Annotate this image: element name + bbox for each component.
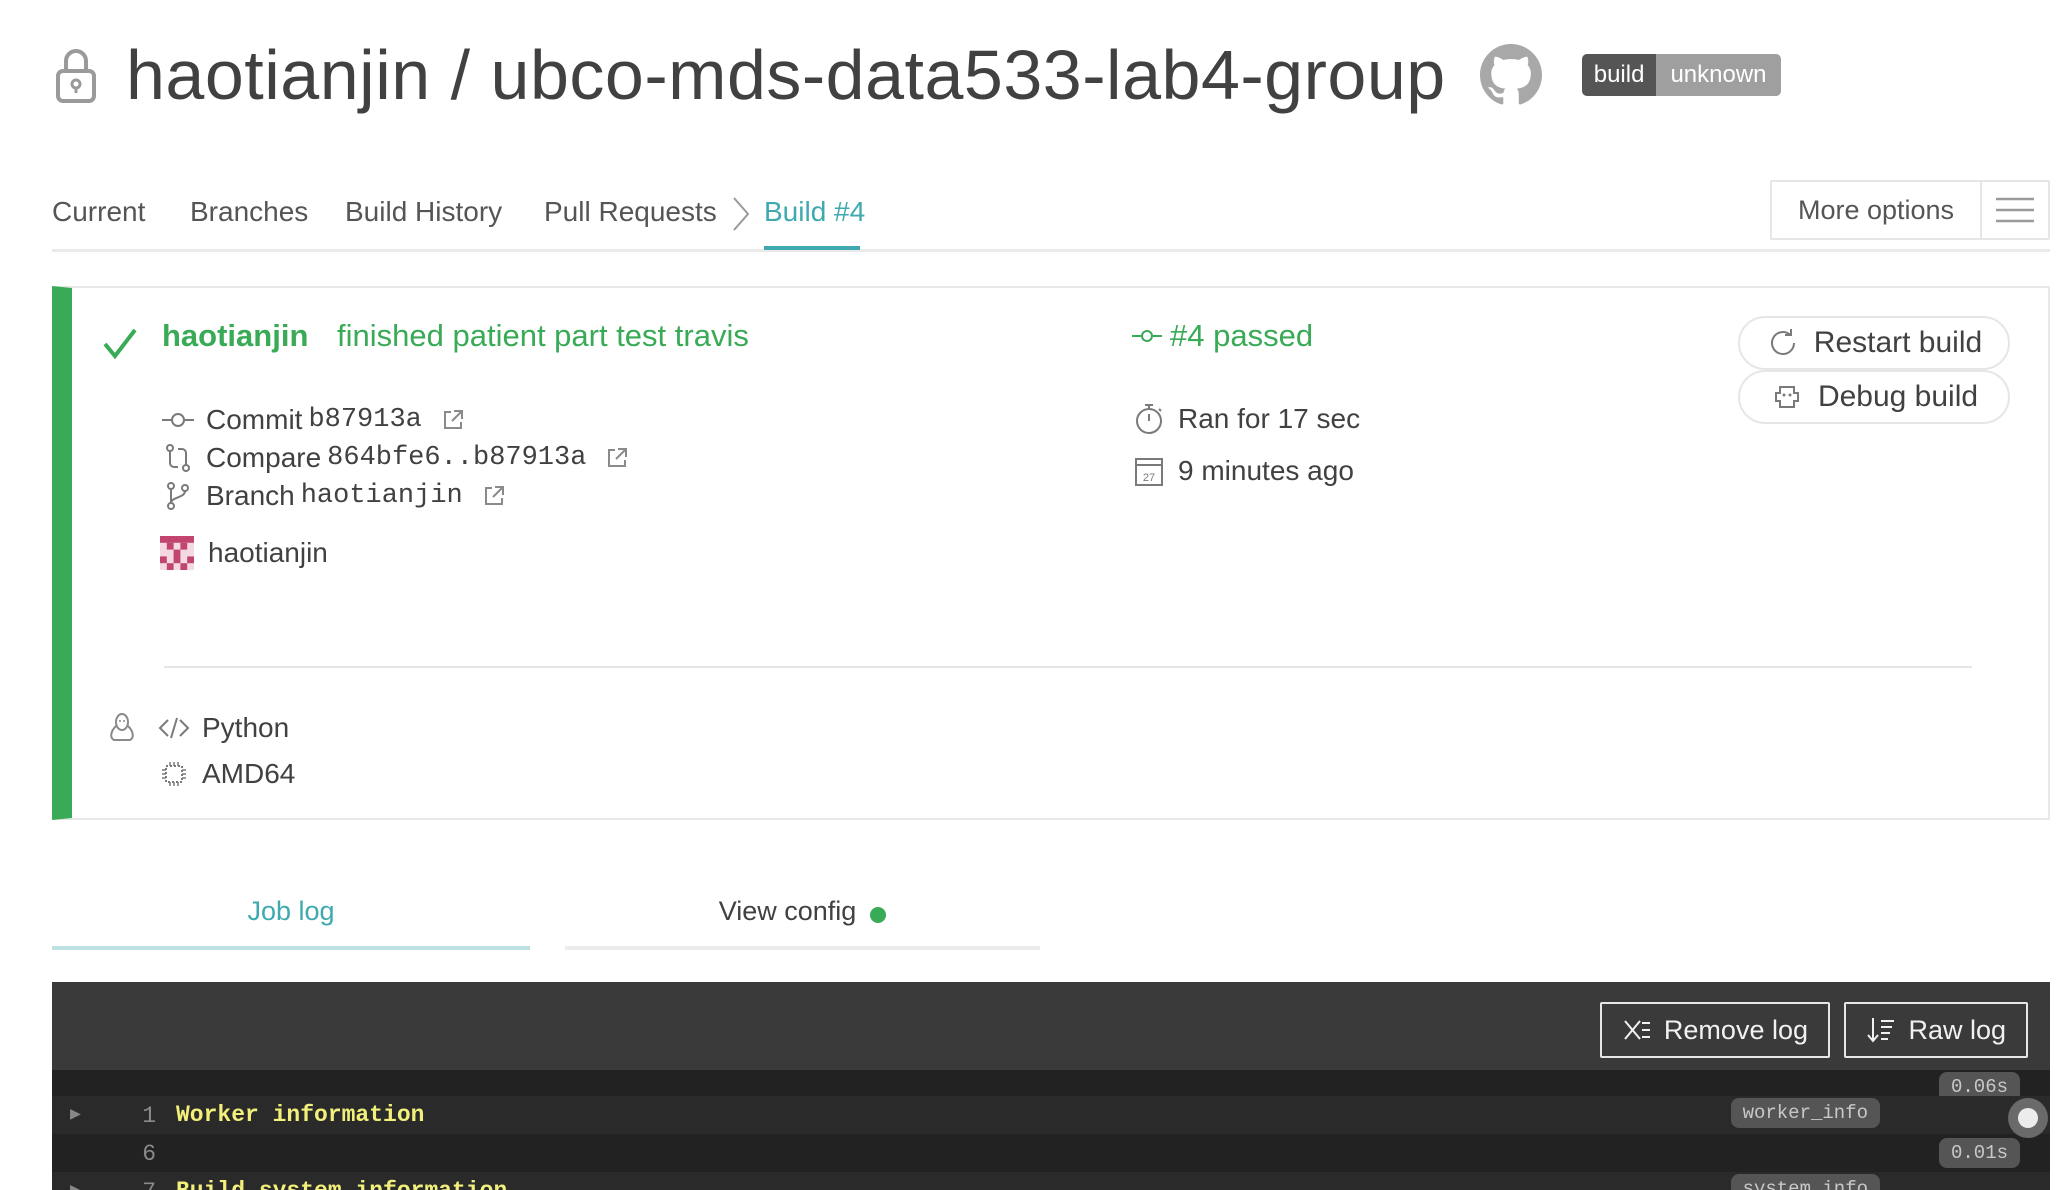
build-status-text: #4 passed — [1170, 318, 1314, 353]
line-number[interactable]: 7 — [122, 1179, 156, 1190]
fold-tag-badge: system_info — [1730, 1174, 1880, 1190]
log-fold-line[interactable]: ▶ 7 Build system information system_info — [52, 1172, 2050, 1190]
raw-log-icon — [1867, 1018, 1895, 1043]
repo-nav: Current Branches Build History Pull Requ… — [52, 180, 2050, 252]
tab-job-log[interactable]: Job log — [52, 882, 530, 950]
tab-current[interactable]: Current — [52, 196, 145, 228]
fold-time-badge: 0.01s — [1938, 1138, 2020, 1168]
log-toolbar: Remove log Raw log — [52, 982, 2050, 1070]
log-line: 6 0.01s — [52, 1134, 2050, 1172]
arch-label: AMD64 — [202, 758, 296, 789]
tab-view-config[interactable]: View config — [565, 882, 1040, 950]
avatar[interactable] — [160, 536, 194, 570]
compare-label: Compare — [206, 442, 322, 473]
hamburger-icon[interactable] — [1982, 182, 2048, 238]
check-icon — [103, 328, 137, 360]
raw-log-label: Raw log — [1908, 1014, 2006, 1045]
log-line-text: Build system information — [176, 1178, 507, 1190]
language-label: Python — [202, 712, 290, 743]
scroll-to-top-button[interactable] — [2008, 1098, 2048, 1138]
commit-sha-link[interactable]: b87913a — [308, 405, 421, 435]
stopwatch-icon — [1136, 404, 1162, 434]
lock-icon — [56, 49, 96, 103]
fold-tag-badge: worker_info — [1730, 1098, 1880, 1128]
calendar-icon: 27 — [1135, 458, 1163, 486]
committer-row: haotianjin — [160, 536, 328, 570]
repo-header: haotianjin / ubco-mds-data533-lab4-group… — [52, 30, 1781, 120]
duration-row: Ran for 17 sec — [1132, 402, 1360, 436]
more-options-label: More options — [1772, 182, 1982, 238]
arch-row: AMD64 — [158, 758, 295, 790]
repo-title[interactable]: haotianjin / ubco-mds-data533-lab4-group — [126, 35, 1446, 115]
code-icon — [158, 717, 190, 739]
commit-icon — [1132, 330, 1162, 342]
remove-log-icon — [1624, 1020, 1650, 1040]
compare-icon — [166, 444, 190, 472]
fold-arrow-icon[interactable]: ▶ — [70, 1103, 81, 1125]
card-divider — [164, 666, 1972, 668]
active-tab-underline — [764, 246, 860, 250]
tab-build-4[interactable]: Build #4 — [764, 196, 865, 228]
badge-label: build — [1581, 54, 1657, 96]
github-icon[interactable] — [1479, 44, 1542, 106]
log-line-text: Worker information — [176, 1102, 425, 1128]
tab-pull-requests[interactable]: Pull Requests — [544, 196, 717, 228]
log-fold-line[interactable]: ▶ 1 Worker information worker_info — [52, 1096, 2050, 1134]
duration-text: Ran for 17 sec — [1178, 403, 1361, 434]
job-log-panel: Remove log Raw log 0.06s ▶ 1 Worker info… — [52, 982, 2050, 1190]
finished-text: 9 minutes ago — [1178, 455, 1354, 486]
committer-name[interactable]: haotianjin — [208, 537, 328, 569]
external-link-icon[interactable] — [442, 409, 464, 431]
more-options-dropdown[interactable]: More options — [1770, 180, 2050, 240]
badge-value: unknown — [1656, 54, 1781, 96]
restart-icon — [1770, 329, 1795, 355]
commit-author[interactable]: haotianjin — [162, 318, 308, 353]
branch-row: Branch haotianjin — [162, 480, 505, 512]
branch-label: Branch — [206, 480, 295, 511]
restart-build-button[interactable]: Restart build — [1738, 316, 2010, 370]
build-status[interactable]: #4 passed — [1132, 318, 1313, 354]
job-log-label: Job log — [247, 896, 335, 926]
line-number[interactable]: 6 — [122, 1141, 156, 1167]
remove-log-button[interactable]: Remove log — [1599, 1002, 1830, 1058]
config-status-dot — [870, 907, 887, 923]
compare-range-link[interactable]: 864bfe6..b87913a — [327, 443, 586, 473]
build-summary-card: haotianjin finished patient part test tr… — [52, 286, 2050, 820]
breadcrumb-chevron-icon — [733, 197, 750, 231]
tab-branches[interactable]: Branches — [190, 196, 308, 228]
commit-icon — [162, 413, 194, 427]
commit-row: Commit b87913a — [162, 404, 464, 436]
external-link-icon[interactable] — [606, 447, 628, 469]
cpu-icon — [162, 762, 186, 786]
calendar-day: 27 — [1143, 472, 1155, 484]
restart-build-label: Restart build — [1813, 326, 1983, 359]
branch-name-link[interactable]: haotianjin — [301, 481, 463, 511]
commit-message: haotianjin finished patient part test tr… — [162, 318, 749, 354]
debug-icon — [1774, 386, 1799, 408]
raw-log-button[interactable]: Raw log — [1844, 1002, 2028, 1058]
external-link-icon[interactable] — [483, 485, 505, 507]
build-status-badge[interactable]: build unknown — [1581, 54, 1781, 96]
commit-title[interactable]: finished patient part test travis — [337, 318, 749, 353]
language-row: Python — [158, 712, 289, 744]
line-number[interactable]: 1 — [122, 1103, 156, 1129]
debug-build-label: Debug build — [1817, 380, 1979, 413]
linux-icon — [110, 713, 134, 741]
commit-label: Commit — [206, 404, 303, 435]
compare-row: Compare 864bfe6..b87913a — [162, 442, 628, 474]
debug-build-button[interactable]: Debug build — [1738, 370, 2010, 424]
tab-build-history[interactable]: Build History — [345, 196, 502, 228]
branch-icon — [167, 482, 189, 510]
view-config-label: View config — [718, 896, 857, 926]
fold-arrow-icon[interactable]: ▶ — [70, 1179, 81, 1190]
remove-log-label: Remove log — [1663, 1014, 1808, 1045]
finished-row: 27 9 minutes ago — [1132, 454, 1354, 488]
